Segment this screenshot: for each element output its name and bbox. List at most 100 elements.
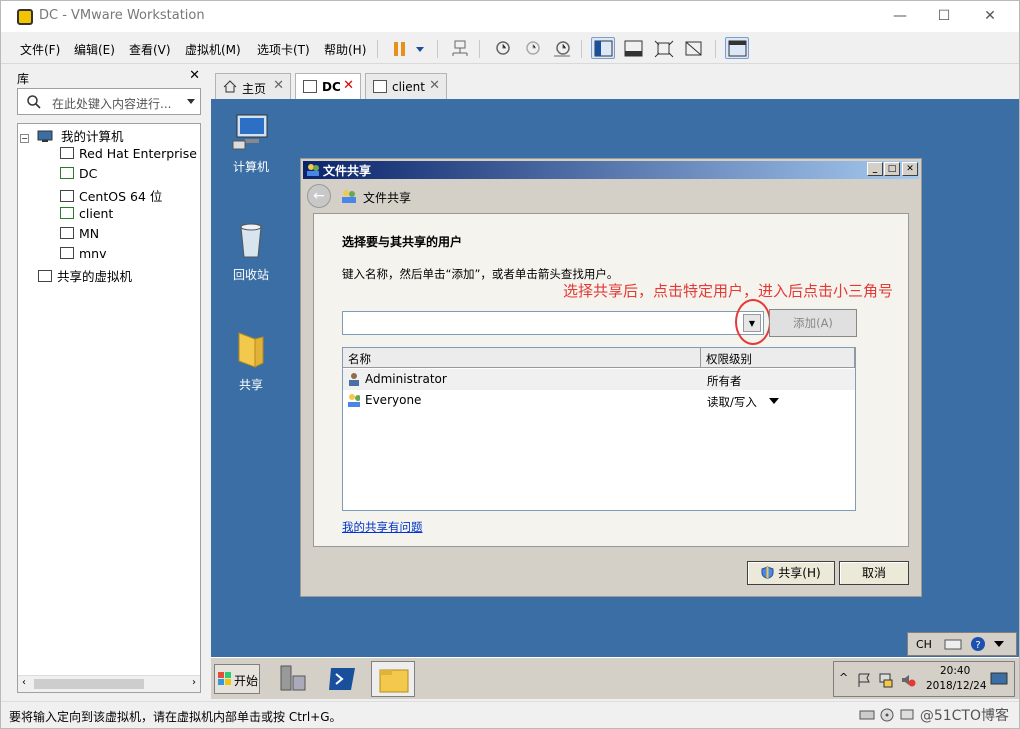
- share-users-icon: [307, 164, 319, 176]
- status-bar: 要将输入定向到该虚拟机，请在虚拟机内部单击或按 Ctrl+G。 @51CTO博客: [1, 701, 1019, 728]
- menu-tabs[interactable]: 选项卡(T): [257, 41, 310, 58]
- search-dropdown-icon[interactable]: [186, 98, 196, 106]
- menu-bar: 文件(F) 编辑(E) 查看(V) 虚拟机(M) 选项卡(T) 帮助(H): [1, 32, 1019, 64]
- volume-muted-icon[interactable]: [900, 672, 916, 688]
- keyboard-icon[interactable]: [944, 637, 962, 651]
- clock-time[interactable]: 20:40: [940, 665, 970, 677]
- user-name-combobox[interactable]: ▼: [342, 311, 764, 335]
- vm-icon: [60, 247, 74, 259]
- fullscreen-icon[interactable]: [651, 37, 675, 59]
- help-icon[interactable]: ?: [970, 636, 986, 652]
- dialog-body: 选择要与其共享的用户 键入名称，然后单击“添加”，或者单击箭头查找用户。 选择共…: [313, 213, 909, 547]
- status-message: 要将输入定向到该虚拟机，请在虚拟机内部单击或按 Ctrl+G。: [9, 710, 342, 724]
- scroll-left-icon[interactable]: ‹: [22, 677, 26, 688]
- network-adapter-icon[interactable]: [899, 707, 915, 723]
- menu-help[interactable]: 帮助(H): [324, 41, 366, 58]
- library-header: 库: [17, 72, 30, 86]
- list-row-everyone[interactable]: Everyone 读取/写入: [343, 390, 855, 411]
- hard-disk-icon[interactable]: [859, 708, 875, 722]
- tree-item-vm[interactable]: MN: [60, 226, 99, 246]
- tree-item-vm[interactable]: client: [60, 206, 113, 226]
- tree-item-shared-vms[interactable]: 共享的虚拟机: [38, 266, 132, 286]
- tree-horizontal-scrollbar[interactable]: ‹ ›: [18, 675, 200, 692]
- user-icon: [349, 373, 359, 386]
- tree-label-vm: MN: [79, 226, 100, 241]
- share-button[interactable]: 共享(H): [747, 561, 835, 585]
- power-dropdown-icon[interactable]: [411, 37, 427, 59]
- console-view-icon[interactable]: [725, 37, 749, 59]
- show-hidden-icons-icon[interactable]: ^: [839, 671, 848, 684]
- desktop-icon-computer[interactable]: 计算机: [221, 111, 281, 175]
- library-close-icon[interactable]: ✕: [189, 68, 200, 83]
- pause-icon[interactable]: [387, 37, 411, 59]
- nav-title: 文件共享: [363, 191, 412, 205]
- language-indicator[interactable]: CH: [916, 638, 932, 651]
- revert-snapshot-icon[interactable]: [519, 37, 543, 59]
- dialog-heading: 选择要与其共享的用户: [342, 235, 463, 249]
- snapshot-icon[interactable]: [489, 37, 513, 59]
- cd-drive-icon[interactable]: [879, 707, 895, 723]
- column-header-name[interactable]: 名称: [343, 348, 701, 368]
- tab-close-icon[interactable]: ✕: [273, 78, 284, 93]
- tree-label-vm: DC: [79, 166, 98, 181]
- sharing-problem-link[interactable]: 我的共享有问题: [342, 519, 423, 535]
- computer-icon: [232, 114, 268, 150]
- library-search-input[interactable]: 在此处键入内容进行...: [17, 88, 201, 115]
- thumbnail-bar-icon[interactable]: [621, 37, 645, 59]
- snapshot-manager-icon[interactable]: [549, 37, 573, 59]
- dialog-minimize-button[interactable]: _: [867, 162, 883, 176]
- desktop-icon-share-folder[interactable]: 共享: [221, 329, 281, 393]
- clock-date[interactable]: 2018/12/24: [926, 680, 987, 692]
- tab-label: DC: [322, 80, 341, 94]
- tab-home[interactable]: 主页 ✕: [215, 73, 291, 99]
- collapse-icon[interactable]: −: [20, 134, 29, 143]
- menu-vm[interactable]: 虚拟机(M): [185, 41, 241, 58]
- action-center-flag-icon[interactable]: [856, 672, 872, 688]
- tree-item-my-computer[interactable]: − 我的计算机: [20, 126, 123, 146]
- desktop-icon-recycle-bin[interactable]: 回收站: [221, 219, 281, 283]
- cancel-button[interactable]: 取消: [839, 561, 909, 585]
- tree-item-vm[interactable]: CentOS 64 位: [60, 186, 162, 206]
- shared-vm-icon: [38, 270, 52, 282]
- tab-client[interactable]: client ✕: [365, 73, 447, 99]
- start-button[interactable]: 开始: [214, 664, 260, 694]
- show-library-icon[interactable]: [591, 37, 615, 59]
- scroll-right-icon[interactable]: ›: [192, 677, 196, 688]
- network-tray-icon[interactable]: [878, 672, 894, 688]
- show-desktop-icon[interactable]: [990, 671, 1008, 687]
- tab-dc[interactable]: DC ✕: [295, 73, 361, 99]
- unity-icon[interactable]: [681, 37, 705, 59]
- dialog-close-button[interactable]: ✕: [902, 162, 918, 176]
- desktop-icon-label: 回收站: [232, 268, 269, 282]
- powershell-icon[interactable]: [327, 664, 357, 694]
- menu-file[interactable]: 文件(F): [20, 41, 60, 58]
- add-button[interactable]: 添加(A): [769, 309, 857, 337]
- scrollbar-thumb[interactable]: [34, 679, 144, 689]
- language-bar-options-icon[interactable]: [994, 641, 1004, 649]
- menu-edit[interactable]: 编辑(E): [74, 41, 115, 58]
- maximize-button[interactable]: ☐: [921, 1, 967, 32]
- dialog-maximize-button[interactable]: □: [884, 162, 900, 176]
- column-header-permission[interactable]: 权限级别: [701, 348, 855, 368]
- guest-desktop[interactable]: 计算机 回收站 共享 文件共享 _ □ ✕ ← 文件共享 选择要与其共享的用户 …: [211, 99, 1019, 699]
- network-icon[interactable]: [447, 37, 471, 59]
- back-arrow-icon[interactable]: ←: [307, 184, 331, 208]
- tree-item-vm-dc[interactable]: DC: [60, 166, 97, 186]
- permission-dropdown-icon[interactable]: [769, 398, 779, 404]
- tree-item-vm[interactable]: mnv: [60, 246, 107, 266]
- watermark-text: @51CTO博客: [919, 708, 1009, 724]
- close-window-button[interactable]: ✕: [967, 1, 1013, 32]
- tab-close-icon[interactable]: ✕: [343, 78, 354, 93]
- window-title: DC - VMware Workstation: [39, 8, 205, 23]
- vm-tab-bar: 主页 ✕ DC ✕ client ✕: [211, 65, 1019, 99]
- tree-item-vm[interactable]: Red Hat Enterprise L: [60, 146, 200, 166]
- menu-view[interactable]: 查看(V): [129, 41, 171, 58]
- file-sharing-dialog: 文件共享 _ □ ✕ ← 文件共享 选择要与其共享的用户 键入名称，然后单击“添…: [300, 158, 922, 597]
- tab-close-icon[interactable]: ✕: [429, 78, 440, 93]
- minimize-button[interactable]: —: [877, 1, 923, 32]
- server-manager-icon[interactable]: [277, 664, 307, 694]
- explorer-taskbar-button[interactable]: [371, 661, 415, 697]
- start-label: 开始: [234, 674, 259, 688]
- list-row-administrator[interactable]: Administrator 所有者: [343, 369, 855, 390]
- row-permission-level[interactable]: 读取/写入: [707, 394, 757, 410]
